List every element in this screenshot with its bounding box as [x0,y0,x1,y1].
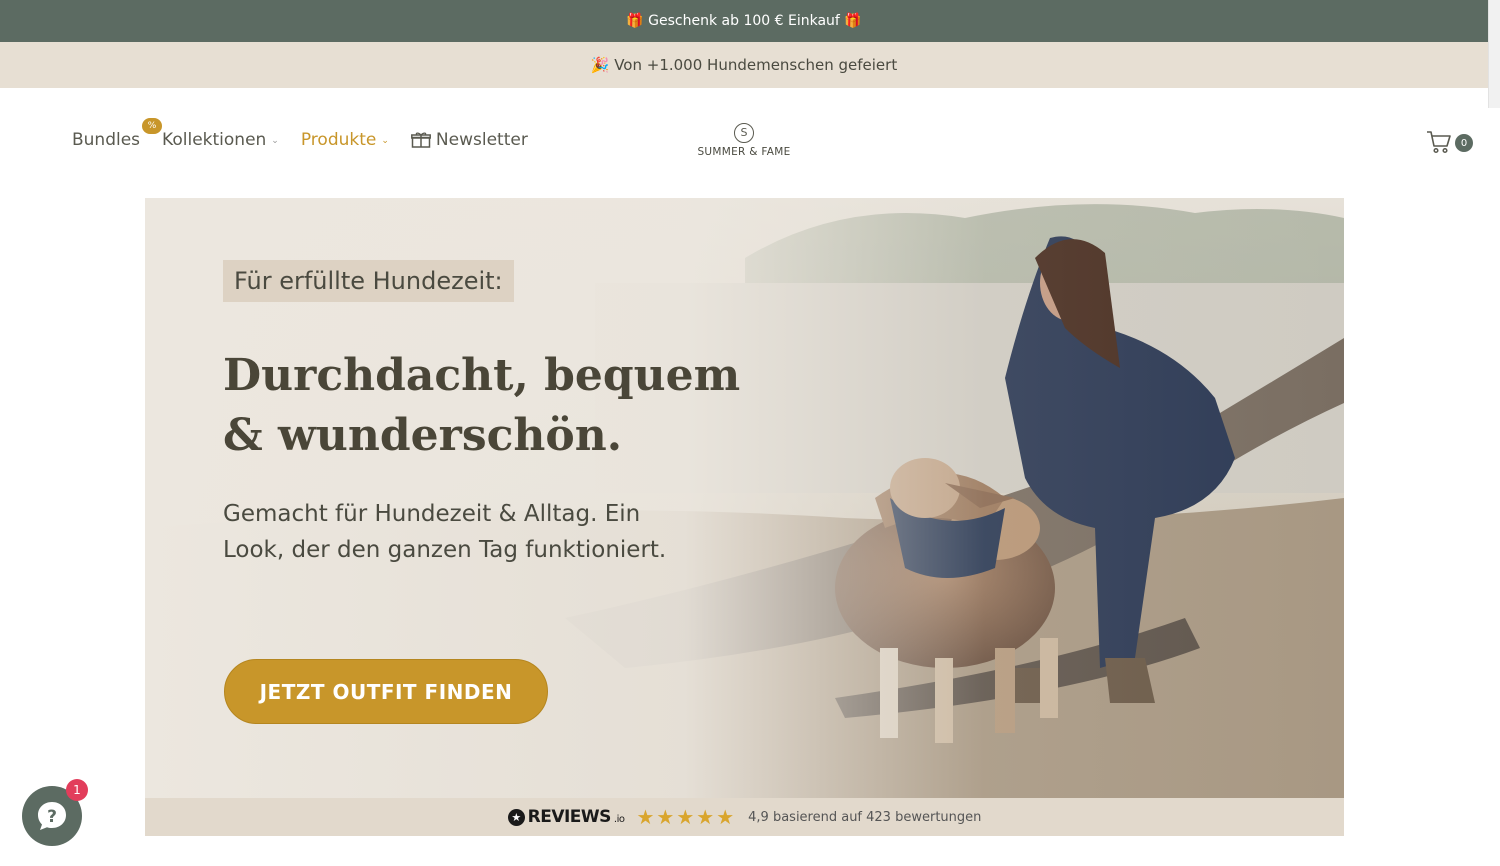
nav-item-label: Kollektionen [162,130,267,150]
reviews-bar[interactable]: ★ REVIEWS .io ★★★★★ 4,9 basierend auf 42… [145,798,1344,836]
hero-kicker: Für erfüllte Hundezeit: [223,260,514,302]
hero-subtitle: Gemacht für Hundezeit & Alltag. Ein Look… [223,501,667,563]
chat-unread-badge: 1 [66,779,88,801]
nav-item-label: Produkte [300,130,377,150]
social-proof-text: 🎉 Von +1.000 Hundemenschen gefeiert [590,56,898,74]
scrollbar[interactable] [1488,0,1500,108]
reviews-brand: REVIEWS [527,807,612,827]
nav-item-kollektionen[interactable]: Kollektionen ⌄ [162,130,279,150]
announcement-text: 🎁 Geschenk ab 100 € Einkauf 🎁 [626,13,862,29]
hero-banner: Für erfüllte Hundezeit: Durchdacht, bequ… [145,198,1344,798]
logo-text: SUMMER & FAME [697,146,791,158]
nav-item-bundles[interactable]: Bundles % [72,118,162,150]
cart-count-badge: 0 [1455,134,1473,152]
chevron-down-icon: ⌄ [271,136,279,146]
cart-button[interactable]: 0 [1426,130,1476,156]
reviews-logo: ★ REVIEWS .io [507,807,625,827]
brand-logo[interactable]: S SUMMER & FAME [694,123,794,158]
chevron-down-icon: ⌄ [381,136,389,146]
announcement-bar: 🎁 Geschenk ab 100 € Einkauf 🎁 [0,0,1488,42]
nav-item-label: Bundles [72,130,141,150]
hero-headline: Durchdacht, bequem & wunderschön. [223,350,741,461]
cart-icon [1427,131,1451,154]
gift-icon [410,132,431,148]
svg-text:?: ? [47,807,57,827]
rating-text: 4,9 basierend auf 423 bewertungen [748,809,982,825]
logo-mark: S [734,123,754,143]
nav-item-newsletter[interactable]: Newsletter [410,130,528,150]
sale-badge: % [142,118,162,134]
nav-item-produkte[interactable]: Produkte ⌄ [301,130,389,150]
star-icon: ★ [507,808,525,826]
social-proof-bar: 🎉 Von +1.000 Hundemenschen gefeiert [0,42,1488,88]
rating-stars: ★★★★★ [636,805,737,829]
main-nav: Bundles % Kollektionen ⌄ Produkte ⌄ News… [72,118,528,150]
reviews-brand-suffix: .io [613,814,625,825]
site-header: Bundles % Kollektionen ⌄ Produkte ⌄ News… [0,88,1488,198]
cta-button[interactable]: JETZT OUTFIT FINDEN [224,659,548,724]
chat-icon: ? [38,802,66,830]
nav-item-label: Newsletter [435,130,528,150]
